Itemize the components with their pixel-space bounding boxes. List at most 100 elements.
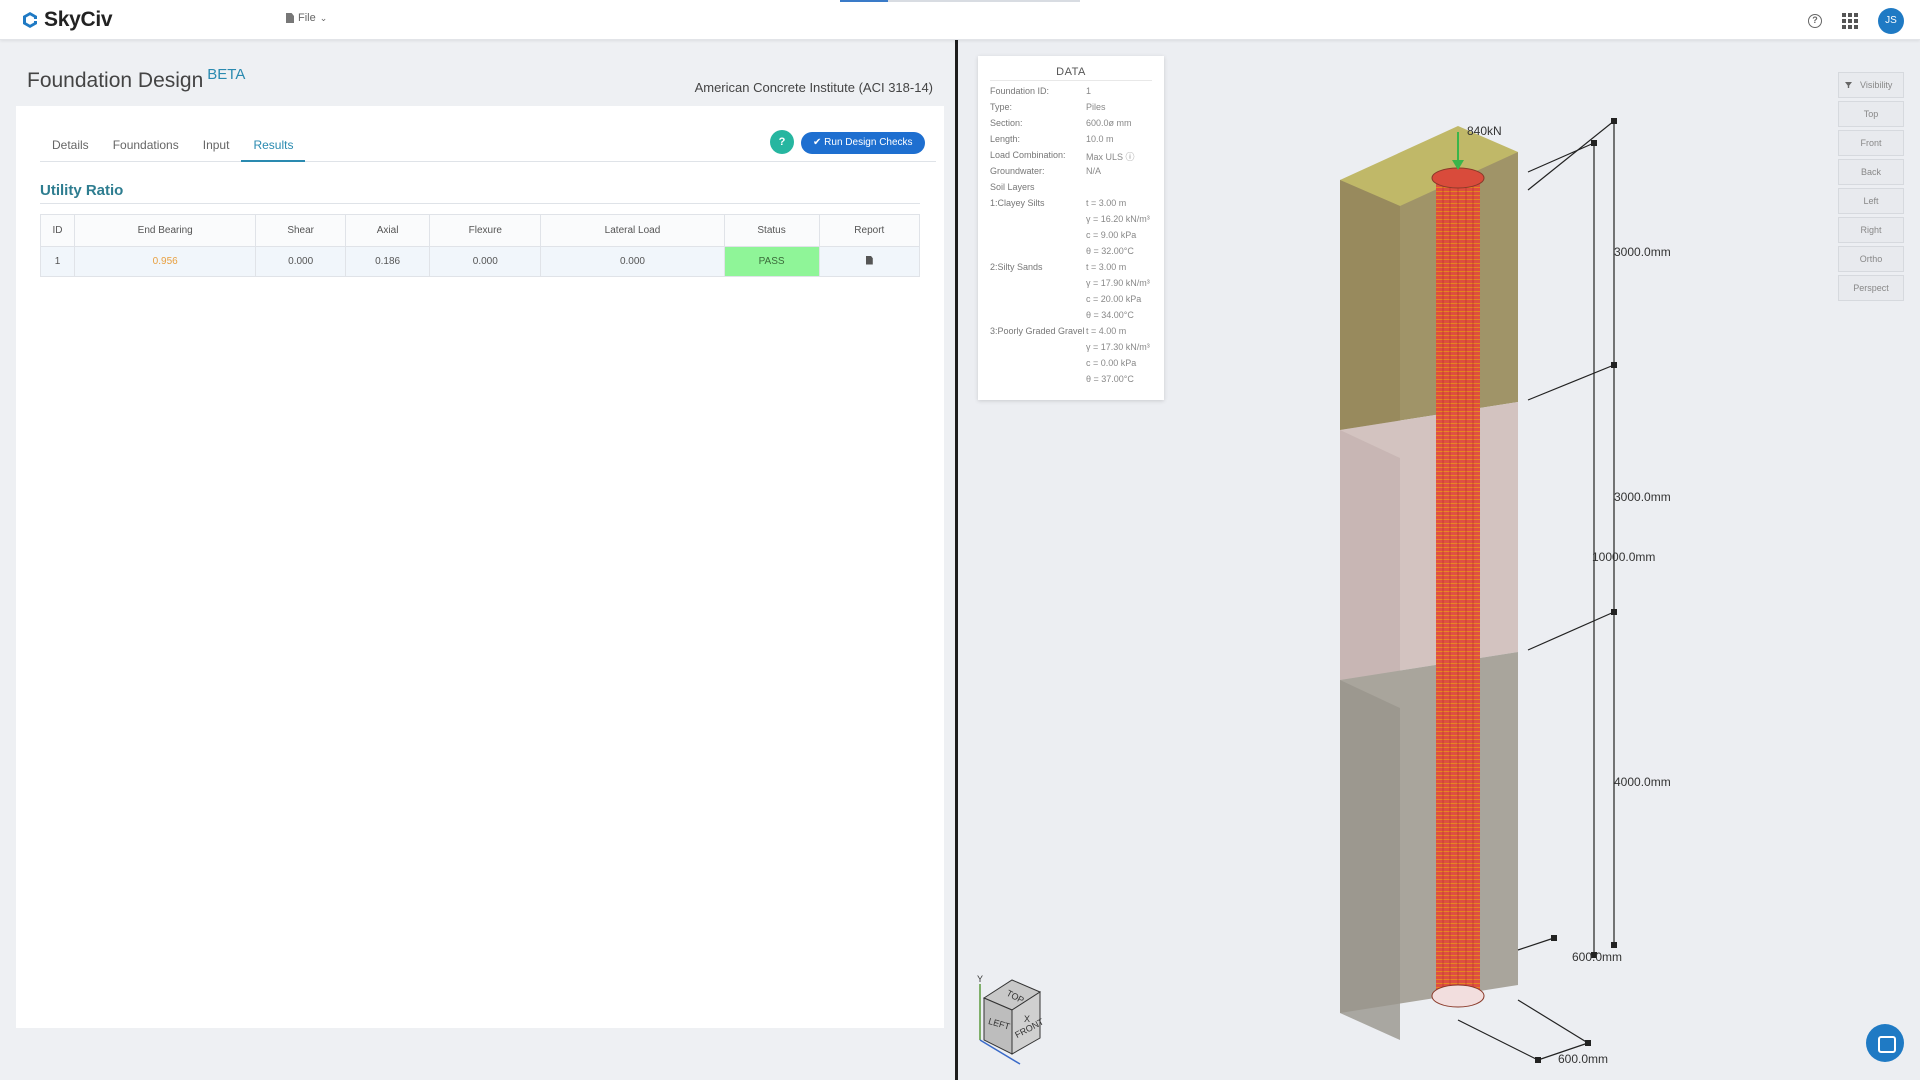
col-axial: Axial (344, 214, 431, 247)
design-panel: Foundation Design BETA American Concrete … (0, 40, 955, 1080)
layer-2-theta: θ = 34.00°C (1086, 310, 1134, 320)
col-report: Report (818, 214, 921, 247)
groundwater-label: Groundwater: (990, 166, 1045, 176)
table-row[interactable]: 1 0.956 0.000 0.186 0.000 0.000 PASS (40, 246, 921, 277)
cell-shear: 0.000 (255, 246, 346, 277)
dim-layer-2: 3000.0mm (1614, 490, 1671, 504)
file-menu-label: File (298, 12, 316, 24)
col-end-bearing: End Bearing (73, 214, 257, 247)
layer-3-theta: θ = 37.00°C (1086, 374, 1134, 384)
user-avatar[interactable]: JS (1878, 8, 1904, 34)
utility-ratio-title: Utility Ratio (40, 182, 920, 204)
3d-viewport[interactable]: 840kN 3000.0mm 3000.0mm 10000.0mm 4000.0… (958, 40, 1920, 1080)
tab-input[interactable]: Input (191, 134, 242, 162)
page-title-text: Foundation Design (27, 69, 204, 92)
soil-layer-3-shade (1340, 680, 1400, 1040)
cell-report[interactable] (818, 246, 921, 277)
info-icon[interactable]: ⓘ (1126, 152, 1135, 162)
utility-ratio-table: ID End Bearing Shear Axial Flexure Later… (40, 214, 921, 277)
cell-flexure: 0.000 (429, 246, 542, 277)
groundwater-value: N/A (1086, 166, 1102, 176)
run-design-checks-label: Run Design Checks (824, 137, 913, 148)
dim-layer-3: 4000.0mm (1614, 775, 1671, 789)
section-label: Section: (990, 118, 1023, 128)
cell-lateral-load: 0.000 (540, 246, 725, 277)
axis-y-label: Y (977, 974, 983, 984)
view-top-button[interactable]: Top (1838, 101, 1904, 127)
cell-end-bearing: 0.956 (73, 246, 257, 277)
length-value: 10.0 m (1086, 134, 1114, 144)
soil-layer-2-shade (1340, 430, 1400, 708)
filter-icon (1845, 82, 1852, 88)
col-status: Status (723, 214, 820, 247)
view-left-button[interactable]: Left (1838, 188, 1904, 214)
cell-axial: 0.186 (344, 246, 431, 277)
loading-progress (840, 0, 1080, 2)
view-perspective-button[interactable]: Perspect (1838, 275, 1904, 301)
results-card: Details Foundations Input Results ? ✔ Ru… (16, 106, 944, 1028)
type-value: Piles (1086, 102, 1106, 112)
foundation-id-label: Foundation ID: (990, 86, 1050, 96)
dim-pile-diameter: 600.0mm (1572, 950, 1622, 964)
skyciv-logo[interactable]: SkyCiv (20, 8, 113, 32)
type-label: Type: (990, 102, 1013, 112)
help-button[interactable]: ? (770, 130, 794, 154)
view-controls: Visibility Top Front Back Left Right Ort… (1838, 72, 1904, 304)
layer-3-cohesion: c = 0.00 kPa (1086, 358, 1137, 368)
page-title: Foundation Design BETA (27, 66, 245, 93)
dim-width: 600.0mm (1558, 1052, 1608, 1066)
design-code-label: American Concrete Institute (ACI 318-14) (694, 80, 933, 95)
tab-foundations[interactable]: Foundations (101, 134, 191, 162)
layer-2-name: 2:Silty Sands (990, 262, 1043, 272)
layer-1-theta: θ = 32.00°C (1086, 246, 1134, 256)
view-front-button[interactable]: Front (1838, 130, 1904, 156)
chevron-down-icon: ⌄ (319, 12, 328, 23)
navigation-cube[interactable]: Y TOP LEFT FRONT X (977, 974, 1046, 1065)
pile-top (1431, 167, 1485, 189)
tab-details[interactable]: Details (40, 134, 101, 162)
layer-3-gamma: γ = 17.30 kN/m³ (1086, 342, 1150, 352)
tab-results[interactable]: Results (241, 134, 306, 162)
chat-support-button[interactable] (1866, 1024, 1904, 1062)
layer-1-cohesion: c = 9.00 kPa (1086, 230, 1137, 240)
apps-grid-icon[interactable] (1842, 13, 1858, 29)
col-id: ID (40, 214, 75, 247)
load-label: 840kN (1467, 124, 1502, 138)
view-back-button[interactable]: Back (1838, 159, 1904, 185)
skyciv-logo-icon (23, 12, 37, 28)
data-panel: DATA Foundation ID: 1 Type: Piles Sectio… (978, 56, 1164, 400)
foundation-id-value: 1 (1086, 86, 1092, 96)
soil-layer-1-shade (1340, 180, 1400, 458)
section-value: 600.0ø mm (1086, 118, 1132, 128)
col-flexure: Flexure (429, 214, 542, 247)
layer-2-cohesion: c = 20.00 kPa (1086, 294, 1142, 304)
brand-name: SkyCiv (44, 8, 113, 31)
pile-base (1431, 984, 1485, 1008)
length-label: Length: (990, 134, 1021, 144)
load-combination-value: Max ULS ⓘ (1086, 152, 1135, 162)
layer-2-gamma: γ = 17.90 kN/m³ (1086, 278, 1150, 288)
col-lateral-load: Lateral Load (540, 214, 725, 247)
visibility-button[interactable]: Visibility (1838, 72, 1904, 98)
help-icon[interactable]: ? (1808, 14, 1822, 28)
check-icon: ✔ (813, 137, 822, 148)
file-icon (286, 13, 294, 23)
layer-1-gamma: γ = 16.20 kN/m³ (1086, 214, 1150, 224)
layer-2-thickness: t = 3.00 m (1086, 262, 1127, 272)
col-shear: Shear (255, 214, 346, 247)
dim-total-length: 10000.0mm (1592, 550, 1655, 564)
file-menu[interactable]: File ⌄ (286, 12, 327, 24)
run-design-checks-button[interactable]: ✔ Run Design Checks (801, 132, 925, 154)
layer-3-name: 3:Poorly Graded Gravel (990, 326, 1085, 336)
layer-1-name: 1:Clayey Silts (990, 198, 1045, 208)
view-right-button[interactable]: Right (1838, 217, 1904, 243)
data-panel-title: DATA (990, 66, 1152, 81)
report-file-icon[interactable] (865, 255, 873, 265)
dim-layer-1: 3000.0mm (1614, 245, 1671, 259)
layer-3-thickness: t = 4.00 m (1086, 326, 1127, 336)
soil-layers-label: Soil Layers (990, 182, 1035, 192)
view-ortho-button[interactable]: Ortho (1838, 246, 1904, 272)
status-badge: PASS (723, 246, 820, 277)
layer-1-thickness: t = 3.00 m (1086, 198, 1127, 208)
load-combination-label: Load Combination: (990, 150, 1066, 160)
